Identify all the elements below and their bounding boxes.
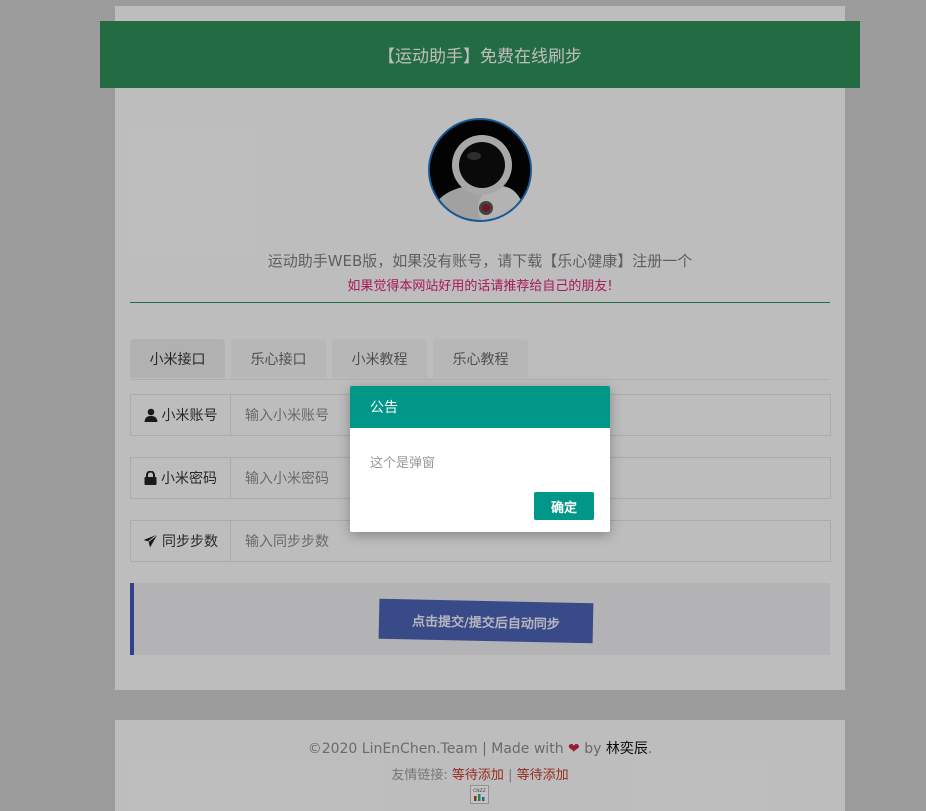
announcement-dialog: 公告 这个是弹窗 确定 xyxy=(350,386,610,532)
confirm-label: 确定 xyxy=(550,500,577,516)
confirm-button[interactable]: 确定 xyxy=(534,492,594,520)
dialog-message: 这个是弹窗 xyxy=(370,456,436,471)
dialog-header: 公告 xyxy=(350,386,610,428)
dialog-title: 公告 xyxy=(370,400,398,416)
